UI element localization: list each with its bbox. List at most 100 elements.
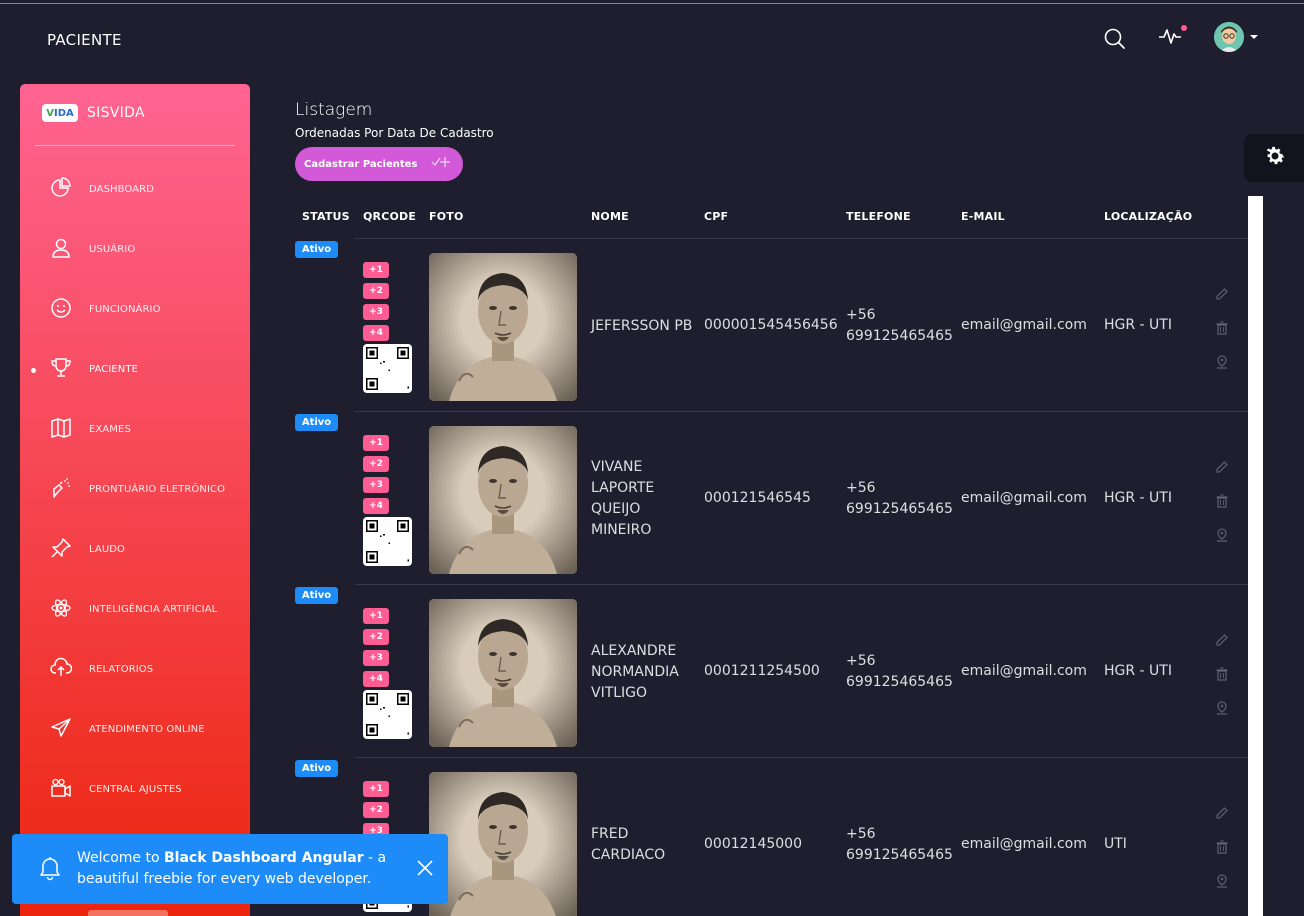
qrcode-tag[interactable]: +3 xyxy=(363,650,389,666)
paper-plane-icon xyxy=(50,717,72,743)
patient-photo xyxy=(429,426,577,574)
sidebar-item-central-ajustes[interactable]: CENTRAL AJUSTES xyxy=(20,760,250,820)
column-header-nome[interactable]: NOME xyxy=(591,210,629,223)
qrcode-tag[interactable]: +2 xyxy=(363,456,389,472)
navbar-title[interactable]: PACIENTE xyxy=(47,31,122,49)
qrcode-tag[interactable]: +2 xyxy=(363,629,389,645)
patient-email: email@gmail.com xyxy=(961,490,1087,506)
bell-icon xyxy=(38,856,62,886)
location-pin-icon[interactable] xyxy=(1215,873,1229,888)
smiley-icon xyxy=(50,297,72,323)
patient-name-line: VIVANE xyxy=(591,459,643,475)
patient-location: HGR - UTI xyxy=(1104,317,1172,333)
status-badge: Ativo xyxy=(295,760,338,777)
sidebar-item-laudo[interactable]: LAUDO xyxy=(20,520,250,580)
patient-name-line: FRED xyxy=(591,826,629,842)
user-icon xyxy=(50,237,72,263)
location-pin-icon[interactable] xyxy=(1215,354,1229,369)
qrcode-image[interactable] xyxy=(363,344,412,393)
qrcode-tag[interactable]: +1 xyxy=(363,435,389,451)
column-header-email[interactable]: E-MAIL xyxy=(961,210,1005,223)
sidebar-item-usuario[interactable]: USUÁRIO xyxy=(20,220,250,280)
patient-location: HGR - UTI xyxy=(1104,663,1172,679)
sidebar-item-funcionario[interactable]: FUNCIONÁRIO xyxy=(20,280,250,340)
patient-phone: +56 699125465465 xyxy=(846,305,953,347)
sidebar-item-inteligencia[interactable]: INTELIGÊNCIA ARTIFICIAL xyxy=(20,580,250,640)
activity-pulse-icon[interactable] xyxy=(1158,26,1182,50)
trash-icon[interactable] xyxy=(1215,839,1229,854)
qrcode-tag[interactable]: +1 xyxy=(363,608,389,624)
qrcode-tag[interactable]: +4 xyxy=(363,498,389,514)
column-header-localizacao[interactable]: LOCALIZAÇÃO xyxy=(1104,210,1192,223)
phone-country-code: +56 xyxy=(846,480,876,496)
sidebar-item-dashboard[interactable]: DASHBOARD xyxy=(20,160,250,220)
chevron-down-icon[interactable] xyxy=(1250,35,1258,39)
notification-prefix: Welcome to xyxy=(77,850,164,866)
column-header-status[interactable]: STATUS xyxy=(302,210,350,223)
close-icon[interactable] xyxy=(417,860,433,880)
sidebar-item-label: RELATORIOS xyxy=(89,664,154,675)
sidebar-scroll-tab xyxy=(88,910,168,916)
qrcode-tag[interactable]: +1 xyxy=(363,781,389,797)
page-subtitle: Ordenadas Por Data De Cadastro xyxy=(295,126,494,140)
table-row: Ativo +1 +2 +3 +4 ALEXANDRE NORMANDIA VITLIGO 0… xyxy=(295,585,1248,758)
column-header-cpf[interactable]: CPF xyxy=(704,210,728,223)
patient-name: VIVANE LAPORTE QUEIJO MINEIRO xyxy=(591,457,701,541)
pencil-icon[interactable] xyxy=(1215,286,1229,300)
qrcode-tag[interactable]: +4 xyxy=(363,671,389,687)
trash-icon[interactable] xyxy=(1215,666,1229,681)
status-badge: Ativo xyxy=(295,241,338,258)
qrcode-image[interactable] xyxy=(363,517,412,566)
sidebar: V IDA SISVIDA DASHBOARD USUÁRIO FUNCIONÁR… xyxy=(20,84,250,916)
search-icon[interactable] xyxy=(1104,28,1126,54)
qrcode-tag[interactable]: +4 xyxy=(363,325,389,341)
table-scrollbar[interactable] xyxy=(1248,196,1263,916)
avatar[interactable] xyxy=(1214,22,1244,52)
patient-phone: +56 699125465465 xyxy=(846,824,953,866)
patient-phone: +56 699125465465 xyxy=(846,651,953,693)
sidebar-item-exames[interactable]: EXAMES xyxy=(20,400,250,460)
pencil-icon[interactable] xyxy=(1215,805,1229,819)
sidebar-item-label: EXAMES xyxy=(89,424,131,435)
phone-number: 699125465465 xyxy=(846,674,953,690)
phone-country-code: +56 xyxy=(846,653,876,669)
patient-name-line: VITLIGO xyxy=(591,684,648,701)
pencil-icon[interactable] xyxy=(1215,459,1229,473)
patient-cpf: 000121546545 xyxy=(704,490,811,506)
phone-country-code: +56 xyxy=(846,826,876,842)
patient-name-line: LAPORTE xyxy=(591,480,655,496)
trash-icon[interactable] xyxy=(1215,493,1229,508)
brand-name: SISVIDA xyxy=(87,105,145,121)
sidebar-divider xyxy=(35,145,235,146)
location-pin-icon[interactable] xyxy=(1215,700,1229,715)
phone-number: 699125465465 xyxy=(846,847,953,863)
add-patient-button[interactable]: Cadastrar Pacientes xyxy=(295,147,463,181)
trash-icon[interactable] xyxy=(1215,320,1229,335)
phone-number: 699125465465 xyxy=(846,328,953,344)
sidebar-item-atendimento[interactable]: ATENDIMENTO ONLINE xyxy=(20,700,250,760)
sidebar-item-relatorios[interactable]: RELATORIOS xyxy=(20,640,250,700)
sidebar-logo[interactable]: V IDA SISVIDA xyxy=(42,104,145,122)
location-pin-icon[interactable] xyxy=(1215,527,1229,542)
column-header-foto[interactable]: FOTO xyxy=(429,210,464,223)
patient-photo xyxy=(429,772,577,916)
qrcode-tag[interactable]: +1 xyxy=(363,262,389,278)
settings-panel-toggle[interactable] xyxy=(1244,134,1304,182)
qrcode-tag[interactable]: +3 xyxy=(363,304,389,320)
top-accent-line xyxy=(0,0,1304,4)
pencil-icon[interactable] xyxy=(1215,632,1229,646)
patient-location: HGR - UTI xyxy=(1104,490,1172,506)
patient-cpf: 000001545456456 xyxy=(704,317,838,333)
qrcode-image[interactable] xyxy=(363,690,412,739)
patient-email: email@gmail.com xyxy=(961,663,1087,679)
qrcode-tag[interactable]: +2 xyxy=(363,802,389,818)
sidebar-item-prontuario[interactable]: PRONTUÁRIO ELETRÔNICO xyxy=(20,460,250,520)
column-header-qrcode[interactable]: QRCODE xyxy=(363,210,416,223)
qrcode-tag[interactable]: +3 xyxy=(363,477,389,493)
sidebar-menu: DASHBOARD USUÁRIO FUNCIONÁRIO PACIENTE E… xyxy=(20,160,250,820)
video-camera-icon xyxy=(50,777,72,803)
sidebar-item-paciente[interactable]: PACIENTE xyxy=(20,340,250,400)
qrcode-tag[interactable]: +2 xyxy=(363,283,389,299)
sidebar-item-label: INTELIGÊNCIA ARTIFICIAL xyxy=(89,604,218,615)
column-header-telefone[interactable]: TELEFONE xyxy=(846,210,911,223)
